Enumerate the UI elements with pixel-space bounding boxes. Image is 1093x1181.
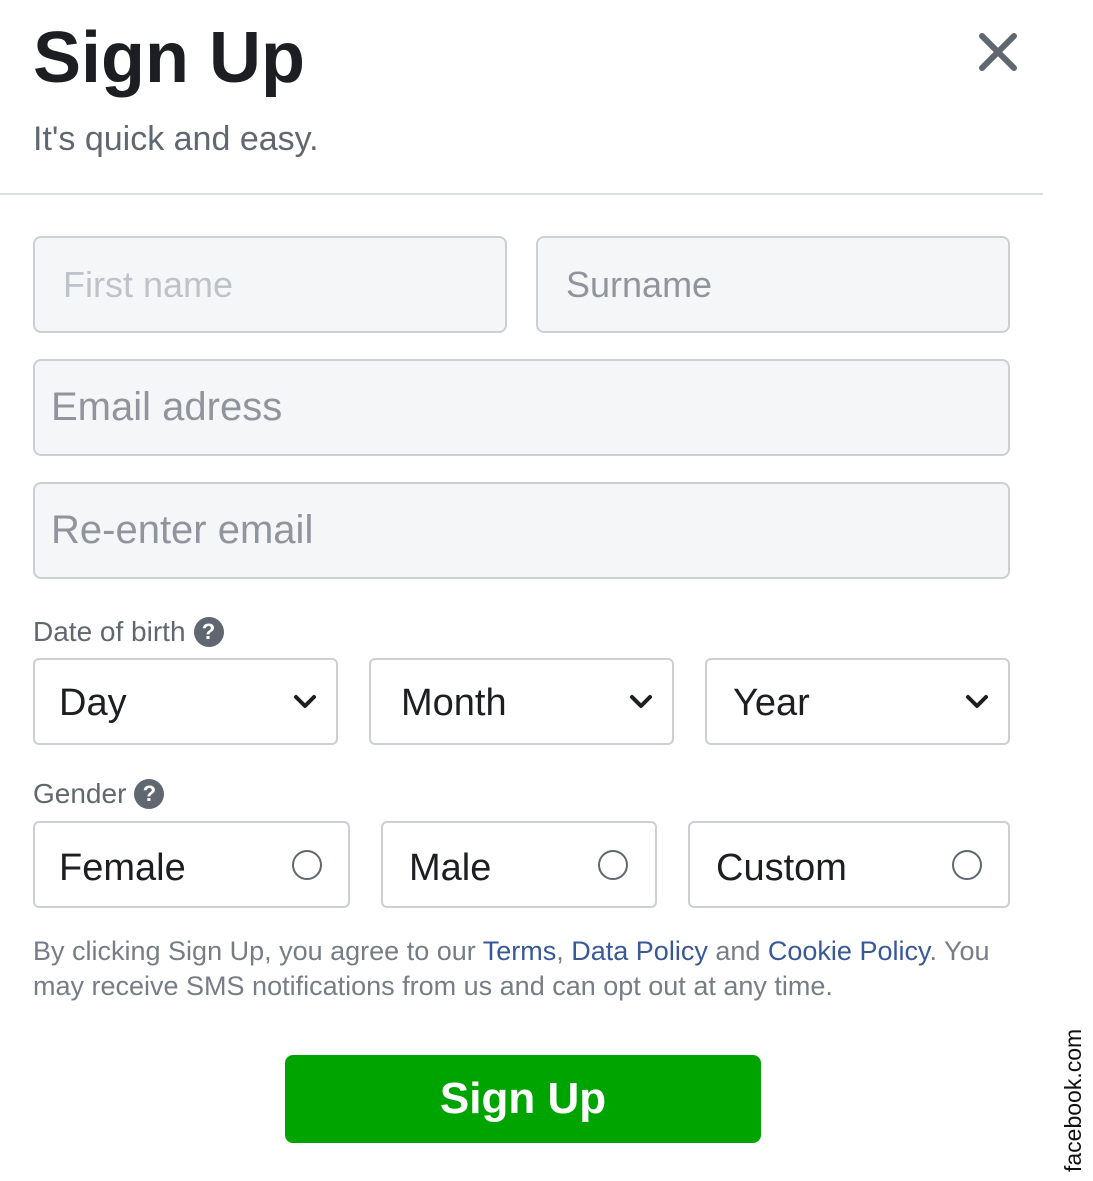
gender-option-label: Male	[409, 847, 492, 889]
chevron-down-icon	[966, 695, 988, 708]
gender-option-male[interactable]: Male	[381, 821, 657, 908]
email-field[interactable]	[33, 359, 1010, 456]
day-select-value: Day	[59, 682, 127, 724]
radio-icon[interactable]	[952, 850, 982, 880]
gender-option-female[interactable]: Female	[33, 821, 350, 908]
radio-icon[interactable]	[598, 850, 628, 880]
email-input[interactable]	[35, 361, 1008, 454]
surname-input[interactable]	[538, 238, 1008, 331]
year-select[interactable]: Year	[705, 658, 1010, 745]
signup-button[interactable]: Sign Up	[285, 1055, 761, 1143]
gender-option-label: Custom	[716, 847, 847, 889]
gender-option-label: Female	[59, 847, 186, 889]
reenter-email-input[interactable]	[35, 484, 1008, 577]
gender-option-custom[interactable]: Custom	[688, 821, 1010, 908]
dob-label: Date of birth ?	[33, 616, 224, 648]
gender-label-text: Gender	[33, 778, 127, 809]
header-divider	[0, 193, 1043, 195]
legal-and: and	[707, 936, 768, 966]
close-button[interactable]	[970, 24, 1026, 80]
source-watermark: facebook.com	[1060, 1028, 1086, 1172]
data-policy-link[interactable]: Data Policy	[571, 936, 708, 966]
first-name-input[interactable]	[35, 238, 505, 331]
year-select-value: Year	[733, 682, 810, 724]
cookie-policy-link[interactable]: Cookie Policy	[768, 936, 930, 966]
month-select-value: Month	[401, 682, 507, 724]
help-icon[interactable]: ?	[193, 617, 224, 647]
close-icon	[979, 33, 1017, 71]
terms-link[interactable]: Terms	[483, 936, 557, 966]
radio-icon[interactable]	[292, 850, 322, 880]
page-title: Sign Up	[33, 18, 305, 98]
dob-label-text: Date of birth	[33, 616, 186, 647]
day-select[interactable]: Day	[33, 658, 338, 745]
chevron-down-icon	[294, 695, 316, 708]
reenter-email-field[interactable]	[33, 482, 1010, 579]
legal-comma: ,	[556, 936, 572, 966]
legal-notice: By clicking Sign Up, you agree to our Te…	[33, 934, 1008, 1004]
surname-field[interactable]	[536, 236, 1010, 333]
chevron-down-icon	[630, 695, 652, 708]
gender-label: Gender ?	[33, 778, 165, 810]
month-select[interactable]: Month	[369, 658, 674, 745]
signup-dialog: Sign Up It's quick and easy. Date of bir…	[0, 0, 1093, 1181]
legal-prefix: By clicking Sign Up, you agree to our	[33, 936, 483, 966]
page-subtitle: It's quick and easy.	[33, 120, 319, 158]
help-icon[interactable]: ?	[134, 779, 165, 809]
first-name-field[interactable]	[33, 236, 507, 333]
